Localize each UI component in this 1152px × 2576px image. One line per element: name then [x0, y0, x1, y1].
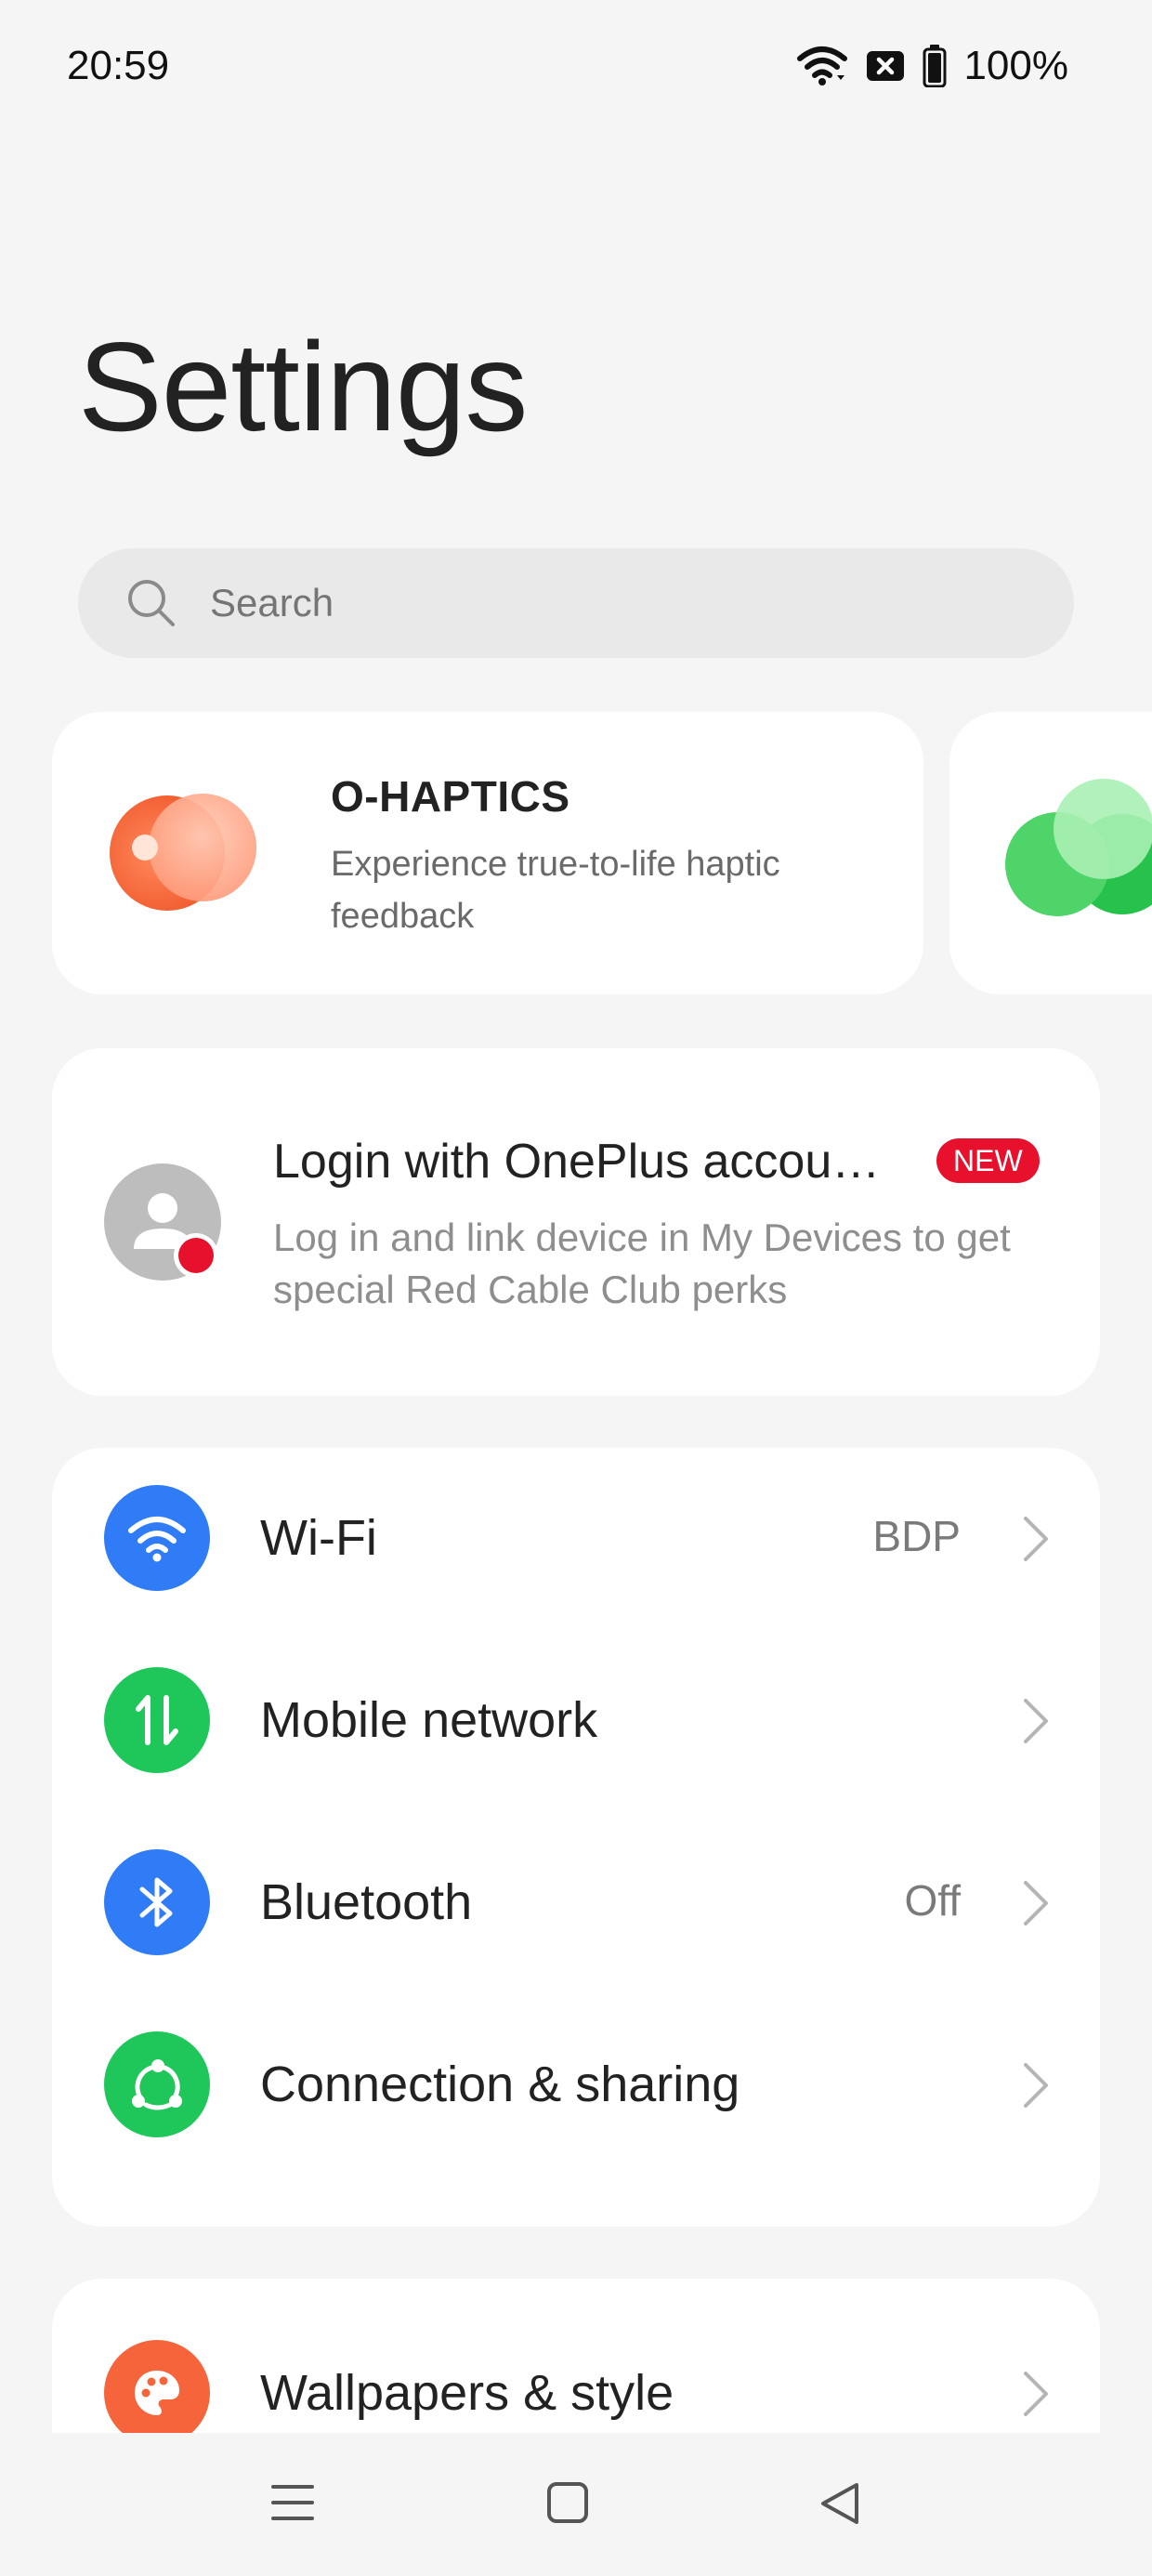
- settings-item-mobile-network[interactable]: Mobile network: [52, 1630, 1100, 1812]
- haptics-art-icon: [110, 794, 256, 911]
- menu-icon[interactable]: [269, 2481, 316, 2524]
- chevron-right-icon: [1024, 1517, 1048, 1561]
- chevron-right-icon: [1024, 2372, 1048, 2416]
- settings-item-label: Mobile network: [260, 1692, 598, 1748]
- settings-item-label: Bluetooth: [260, 1874, 473, 1930]
- login-title: Login with OnePlus accou…: [273, 1135, 881, 1189]
- account-avatar-icon: [104, 1163, 221, 1281]
- settings-item-label: Wallpapers & style: [260, 2365, 674, 2421]
- settings-item-bluetooth[interactable]: Bluetooth Off: [52, 1812, 1100, 1994]
- palette-icon: [104, 2340, 210, 2446]
- bluetooth-icon: [104, 1849, 210, 1955]
- chevron-right-icon: [1024, 2063, 1048, 2108]
- chevron-right-icon: [1024, 1881, 1048, 1925]
- page-title: Settings: [78, 316, 528, 457]
- status-icons: 100%: [796, 43, 1068, 89]
- login-description: Log in and link device in My Devices to …: [273, 1216, 1011, 1311]
- back-icon[interactable]: [818, 2481, 862, 2526]
- connectivity-group: Wi-Fi BDP Mobile network Bluetooth Off C…: [52, 1448, 1100, 2227]
- feature-title: O-HAPTICS: [331, 772, 570, 821]
- settings-item-value: Off: [904, 1876, 961, 1925]
- feature-description: Experience true-to-life haptic feedback: [331, 845, 780, 936]
- settings-item-value: BDP: [872, 1512, 961, 1560]
- search-input[interactable]: [210, 581, 953, 625]
- settings-item-connection-sharing[interactable]: Connection & sharing: [52, 1994, 1100, 2176]
- status-bar: 20:59 100%: [0, 0, 1152, 139]
- battery-icon: [923, 45, 947, 87]
- green-circles-art-icon: [1005, 779, 1152, 916]
- no-sim-icon: [867, 51, 905, 81]
- search-icon: [128, 580, 175, 626]
- settings-item-wifi[interactable]: Wi-Fi BDP: [52, 1448, 1100, 1630]
- feature-card-secondary[interactable]: [949, 712, 1152, 994]
- home-icon[interactable]: [546, 2481, 589, 2524]
- status-time: 20:59: [67, 43, 170, 88]
- settings-item-label: Connection & sharing: [260, 2057, 740, 2112]
- navigation-bar: [0, 2433, 1152, 2576]
- wifi-icon: [797, 46, 848, 85]
- mobile-data-icon: [104, 1667, 210, 1773]
- o-haptics-card[interactable]: O-HAPTICS Experience true-to-life haptic…: [52, 712, 923, 994]
- search-bar[interactable]: [78, 548, 1074, 658]
- settings-item-label: Wi-Fi: [260, 1510, 377, 1566]
- battery-percentage: 100%: [963, 43, 1068, 88]
- settings-screen: 20:59 100% Settings Search O-HAPTICS Exp…: [0, 0, 1152, 2576]
- connection-sharing-icon: [104, 2031, 210, 2137]
- chevron-right-icon: [1024, 1699, 1048, 1743]
- new-badge: NEW: [936, 1138, 1040, 1183]
- wifi-icon: [104, 1485, 210, 1591]
- login-card[interactable]: Login with OnePlus accou… NEW Log in and…: [52, 1048, 1100, 1396]
